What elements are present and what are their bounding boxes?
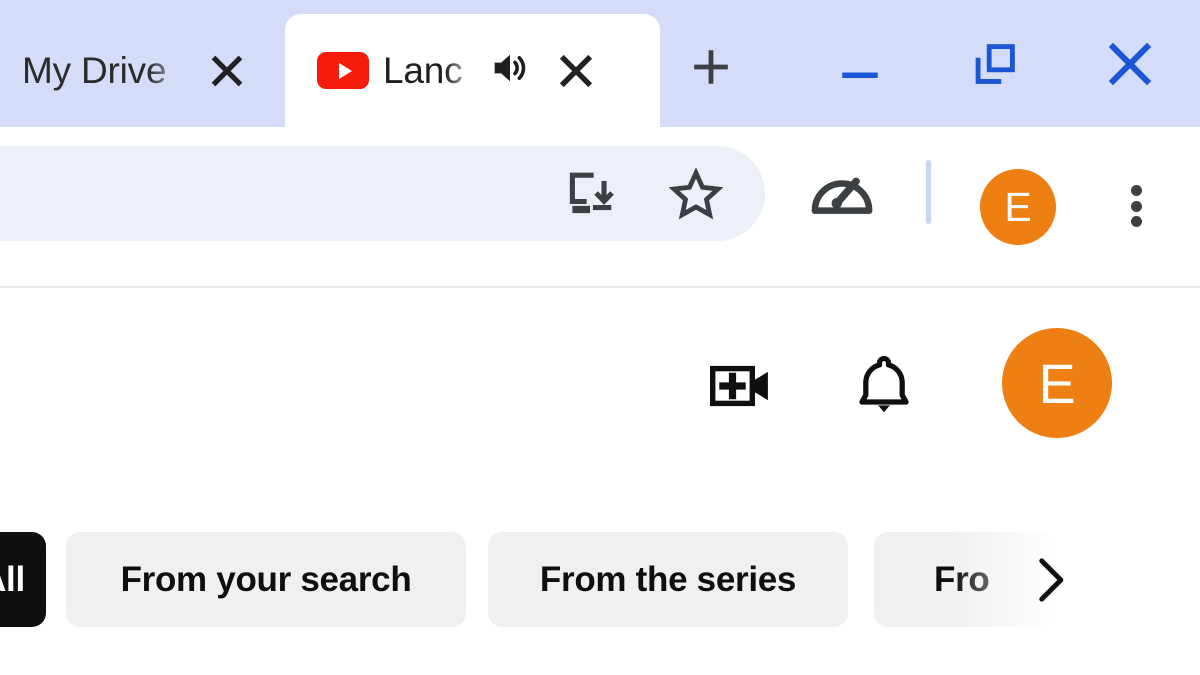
tab-strip: My Drive Lanc [0, 0, 1200, 127]
minimize-icon [842, 72, 878, 78]
tab-title: Lanc [383, 49, 463, 91]
tab-my-drive[interactable]: My Drive [0, 14, 285, 127]
speaker-volume-icon[interactable] [487, 45, 533, 96]
close-window-icon [1108, 42, 1152, 86]
plus-icon [694, 50, 728, 84]
tab-close-button[interactable] [207, 51, 247, 91]
window-close-button[interactable] [1080, 22, 1180, 106]
youtube-page: E All From your search From the series F… [0, 290, 1200, 675]
star-outline-icon[interactable] [650, 146, 742, 241]
tab-title: My Drive [22, 49, 167, 91]
youtube-favicon [317, 52, 369, 89]
window-restore-button[interactable] [945, 22, 1045, 106]
browser-window: My Drive Lanc E E ll From your search Fr… [0, 0, 1200, 675]
speedometer-icon[interactable] [795, 152, 889, 236]
window-minimize-button[interactable] [810, 22, 910, 106]
chip-from-your-search[interactable]: From your search [66, 532, 466, 627]
restore-window-icon [975, 44, 1015, 84]
three-dot-menu-icon[interactable] [1105, 175, 1167, 237]
omnibox-address-bar[interactable] [0, 146, 765, 241]
install-app-icon[interactable] [545, 146, 637, 241]
chevron-right-icon[interactable] [1010, 540, 1090, 620]
tab-close-button[interactable] [555, 50, 597, 92]
profile-avatar-toolbar[interactable]: E [980, 169, 1056, 245]
toolbar-divider [926, 160, 931, 224]
avatar-initial: E [1004, 183, 1032, 230]
profile-avatar-youtube[interactable]: E [1002, 328, 1112, 438]
chip-from-the-series[interactable]: From the series [488, 532, 848, 627]
bell-icon[interactable] [836, 338, 932, 434]
filter-chip-bar: All From your search From the series Fro [0, 526, 1200, 638]
create-video-icon[interactable] [692, 338, 788, 434]
new-tab-button[interactable] [680, 36, 742, 98]
tab-youtube-active[interactable]: Lanc [285, 14, 660, 127]
youtube-masthead: E [0, 290, 1200, 520]
avatar-initial: E [1038, 351, 1076, 415]
chip-all[interactable]: All [0, 532, 46, 627]
